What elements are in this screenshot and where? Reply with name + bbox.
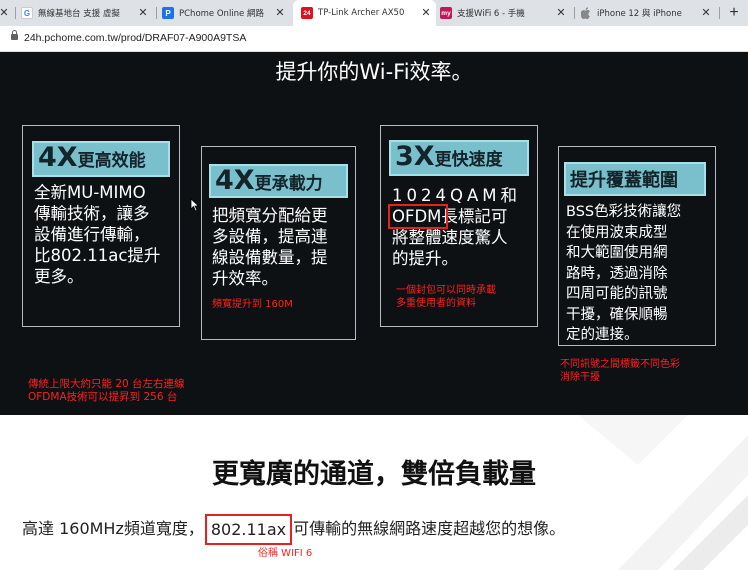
badge-label: 更高效能 <box>77 151 146 171</box>
desc-line: 干擾，確保順暢 <box>566 306 668 323</box>
card-description: BSS色彩技術讓您 在使用波束成型 和大範圍使用網 路時，透過消除 四周可能的訊… <box>566 202 714 346</box>
wifi6-highlight-box: 802.11ax <box>204 514 293 545</box>
annotation-line: 傳統上限大約只能 20 台左右連線 <box>28 378 185 390</box>
desc-line: 傳輸技術，讓多 <box>34 204 150 223</box>
close-icon[interactable]: ✕ <box>420 7 432 19</box>
annotation-line: 消除干擾 <box>560 372 600 383</box>
google-icon: G <box>21 7 33 19</box>
desc-line: 將整體速度驚人 <box>392 228 508 247</box>
url-text[interactable]: 24h.pchome.com.tw/prod/DRAF07-A900A9TSA <box>24 32 246 44</box>
tab-0[interactable]: G 無線基地台 支援 虛擬 ✕ <box>21 0 153 26</box>
tab-4[interactable]: iPhone 12 與 iPhone ✕ <box>580 0 716 26</box>
desc-line: 的提升。 <box>392 249 458 268</box>
ofdm-highlight-box <box>388 204 448 229</box>
mouse-cursor-icon <box>190 198 200 212</box>
desc-line: 路時，透過消除 <box>566 265 668 282</box>
apple-icon <box>580 7 592 19</box>
decorative-background-shape <box>578 415 748 570</box>
card-description: 全新MU-MIMO 傳輸技術，讓多 設備進行傳輸， 比802.11ac提升 更多… <box>34 182 184 287</box>
desc-suffix: 可傳輸的無線網路速度超越您的想像。 <box>293 519 566 538</box>
close-icon[interactable]: ✕ <box>274 7 286 19</box>
desc-line: 升效率。 <box>212 269 278 288</box>
tab-strip: ✕ G 無線基地台 支援 虛擬 ✕ P PChome Online 網路 ✕ 2… <box>0 0 748 26</box>
close-icon[interactable]: ✕ <box>137 7 149 19</box>
desc-line: 比802.11ac提升 <box>34 246 161 265</box>
tab-2-active[interactable]: 24 TP-Link Archer AX50 ✕ <box>293 0 436 26</box>
hero-title: 提升你的Wi-Fi效率。 <box>275 60 473 84</box>
tab-title: TP-Link Archer AX50 <box>318 8 405 18</box>
annotation-bss-color: 不同訊號之間標籤不同色彩 消除干擾 <box>560 358 680 384</box>
badge-higher-performance: 4X 更高效能 <box>32 141 170 177</box>
tab-1[interactable]: P PChome Online 網路 ✕ <box>162 0 290 26</box>
badge-label: 提升覆蓋範圍 <box>570 170 678 191</box>
tab-title: iPhone 12 與 iPhone <box>597 9 682 19</box>
desc-line: 和大範圍使用網 <box>566 245 668 261</box>
section-description: 高達 160MHz頻道寬度， 802.11ax 可傳輸的無線網路速度超越您的想像。 <box>22 513 566 545</box>
badge-label: 更快速度 <box>434 150 503 170</box>
address-bar[interactable]: 24h.pchome.com.tw/prod/DRAF07-A900A9TSA <box>0 26 748 52</box>
desc-line: 全新MU-MIMO <box>34 183 146 202</box>
desc-line: 設備進行傳輸， <box>34 225 150 244</box>
desc-line: BSS色彩技術讓您 <box>566 204 682 220</box>
mobile01-icon: my <box>440 7 452 19</box>
section-title: 更寬廣的通道，雙倍負載量 <box>212 459 536 490</box>
annotation-ofdma: 傳統上限大約只能 20 台左右連線 OFDMA技術可以提昇到 256 台 <box>28 378 185 404</box>
desc-line: 四周可能的訊號 <box>566 286 668 302</box>
desc-prefix: 高達 160MHz頻道寬度， <box>22 519 204 538</box>
pchome-icon: P <box>162 7 174 19</box>
close-icon[interactable]: ✕ <box>0 7 10 19</box>
tab-close-partial[interactable]: ✕ <box>0 0 12 26</box>
badge-label: 更承載力 <box>254 174 323 194</box>
desc-line: 線設備數量，提 <box>212 248 328 267</box>
close-icon[interactable]: ✕ <box>555 7 567 19</box>
badge-coverage: 提升覆蓋範圍 <box>564 162 706 196</box>
tab-3[interactable]: my 支援WiFi 6 - 手機 ✕ <box>440 0 571 26</box>
badge-multiplier: 4X <box>215 165 255 196</box>
desc-line: 在使用波束成型 <box>566 224 668 241</box>
badge-multiplier: 3X <box>395 141 435 172</box>
annotation-line: OFDMA技術可以提昇到 256 台 <box>28 391 178 403</box>
standard-name: 802.11ax <box>210 520 287 539</box>
pchome24h-icon: 24 <box>301 7 313 19</box>
annotation-wifi6: 俗稱 WIFI 6 <box>258 548 313 559</box>
annotation-line: 多重使用者的資料 <box>396 298 476 309</box>
tab-title: 支援WiFi 6 - 手機 <box>457 9 525 19</box>
tab-title: 無線基地台 支援 虛擬 <box>38 9 120 19</box>
new-tab-icon[interactable]: + <box>725 4 743 22</box>
close-icon[interactable]: ✕ <box>700 7 712 19</box>
desc-line: 更多。 <box>34 267 84 286</box>
desc-line: 1024QAM和 <box>392 186 522 205</box>
hero-section: 提升你的Wi-Fi效率。 4X 更高效能 全新MU-MIMO 傳輸技術，讓多 設… <box>0 52 748 415</box>
desc-line: 把頻寬分配給更 <box>212 206 328 225</box>
desc-line: 多設備，提高連 <box>212 227 328 246</box>
badge-multiplier: 4X <box>38 142 78 173</box>
desc-line: 定的連接。 <box>566 327 639 343</box>
annotation-line: 不同訊號之間標籤不同色彩 <box>560 359 680 370</box>
annotation-bandwidth: 頻寬提升到 160M <box>212 299 293 310</box>
lock-icon <box>11 30 18 40</box>
badge-more-capacity: 4X 更承載力 <box>209 164 348 198</box>
annotation-multi-user: 一個封包可以同時承載 多重使用者的資料 <box>396 284 496 310</box>
annotation-line: 一個封包可以同時承載 <box>396 285 496 296</box>
card-description: 把頻寬分配給更 多設備，提高連 線設備數量，提 升效率。 <box>212 205 357 289</box>
badge-faster-speed: 3X 更快速度 <box>389 140 529 176</box>
